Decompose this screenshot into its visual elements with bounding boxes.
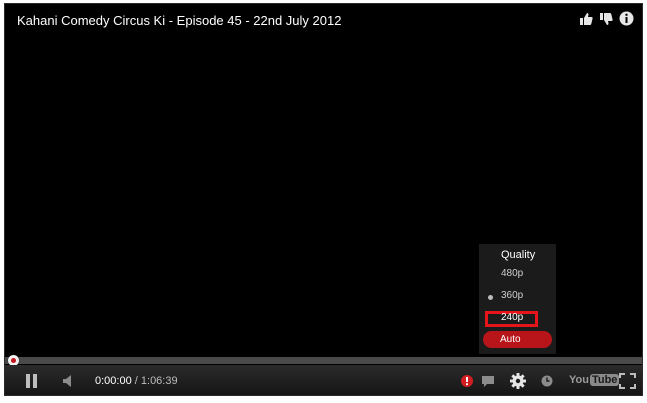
top-icons	[579, 11, 634, 26]
info-icon[interactable]	[619, 11, 634, 26]
quality-option-480p[interactable]: 480p	[501, 268, 523, 279]
pause-icon[interactable]	[25, 374, 39, 388]
youtube-logo[interactable]: You Tube	[569, 374, 620, 386]
quality-option-360p[interactable]: 360p	[501, 290, 523, 301]
video-title[interactable]: Kahani Comedy Circus Ki - Episode 45 - 2…	[17, 13, 341, 28]
duration: 1:06:39	[140, 375, 178, 387]
quality-menu-title: Quality	[501, 249, 536, 261]
control-bar: 0:00:00 / 1:06:39 You Tube	[5, 365, 642, 395]
logo-you: You	[569, 374, 589, 386]
logo-tube: Tube	[589, 374, 620, 386]
progress-bar[interactable]	[5, 357, 642, 364]
quality-option-auto[interactable]: Auto	[483, 331, 552, 348]
fullscreen-icon[interactable]	[619, 373, 636, 389]
captions-icon[interactable]	[481, 375, 495, 388]
gear-icon[interactable]	[510, 373, 526, 389]
alert-icon[interactable]	[461, 375, 473, 387]
quality-menu: Quality 480p 360p 240p Auto	[479, 244, 556, 354]
time-display: 0:00:00 / 1:06:39	[95, 375, 178, 387]
video-player[interactable]: Kahani Comedy Circus Ki - Episode 45 - 2…	[4, 3, 643, 396]
volume-icon[interactable]	[62, 374, 76, 388]
thumbs-up-icon[interactable]	[579, 12, 593, 26]
thumbs-down-icon[interactable]	[599, 12, 613, 26]
current-time: 0:00:00	[95, 375, 132, 387]
quality-option-240p[interactable]: 240p	[501, 312, 523, 323]
time-separator: /	[134, 375, 138, 387]
watch-later-icon[interactable]	[541, 375, 553, 387]
current-quality-dot-icon	[488, 295, 493, 300]
